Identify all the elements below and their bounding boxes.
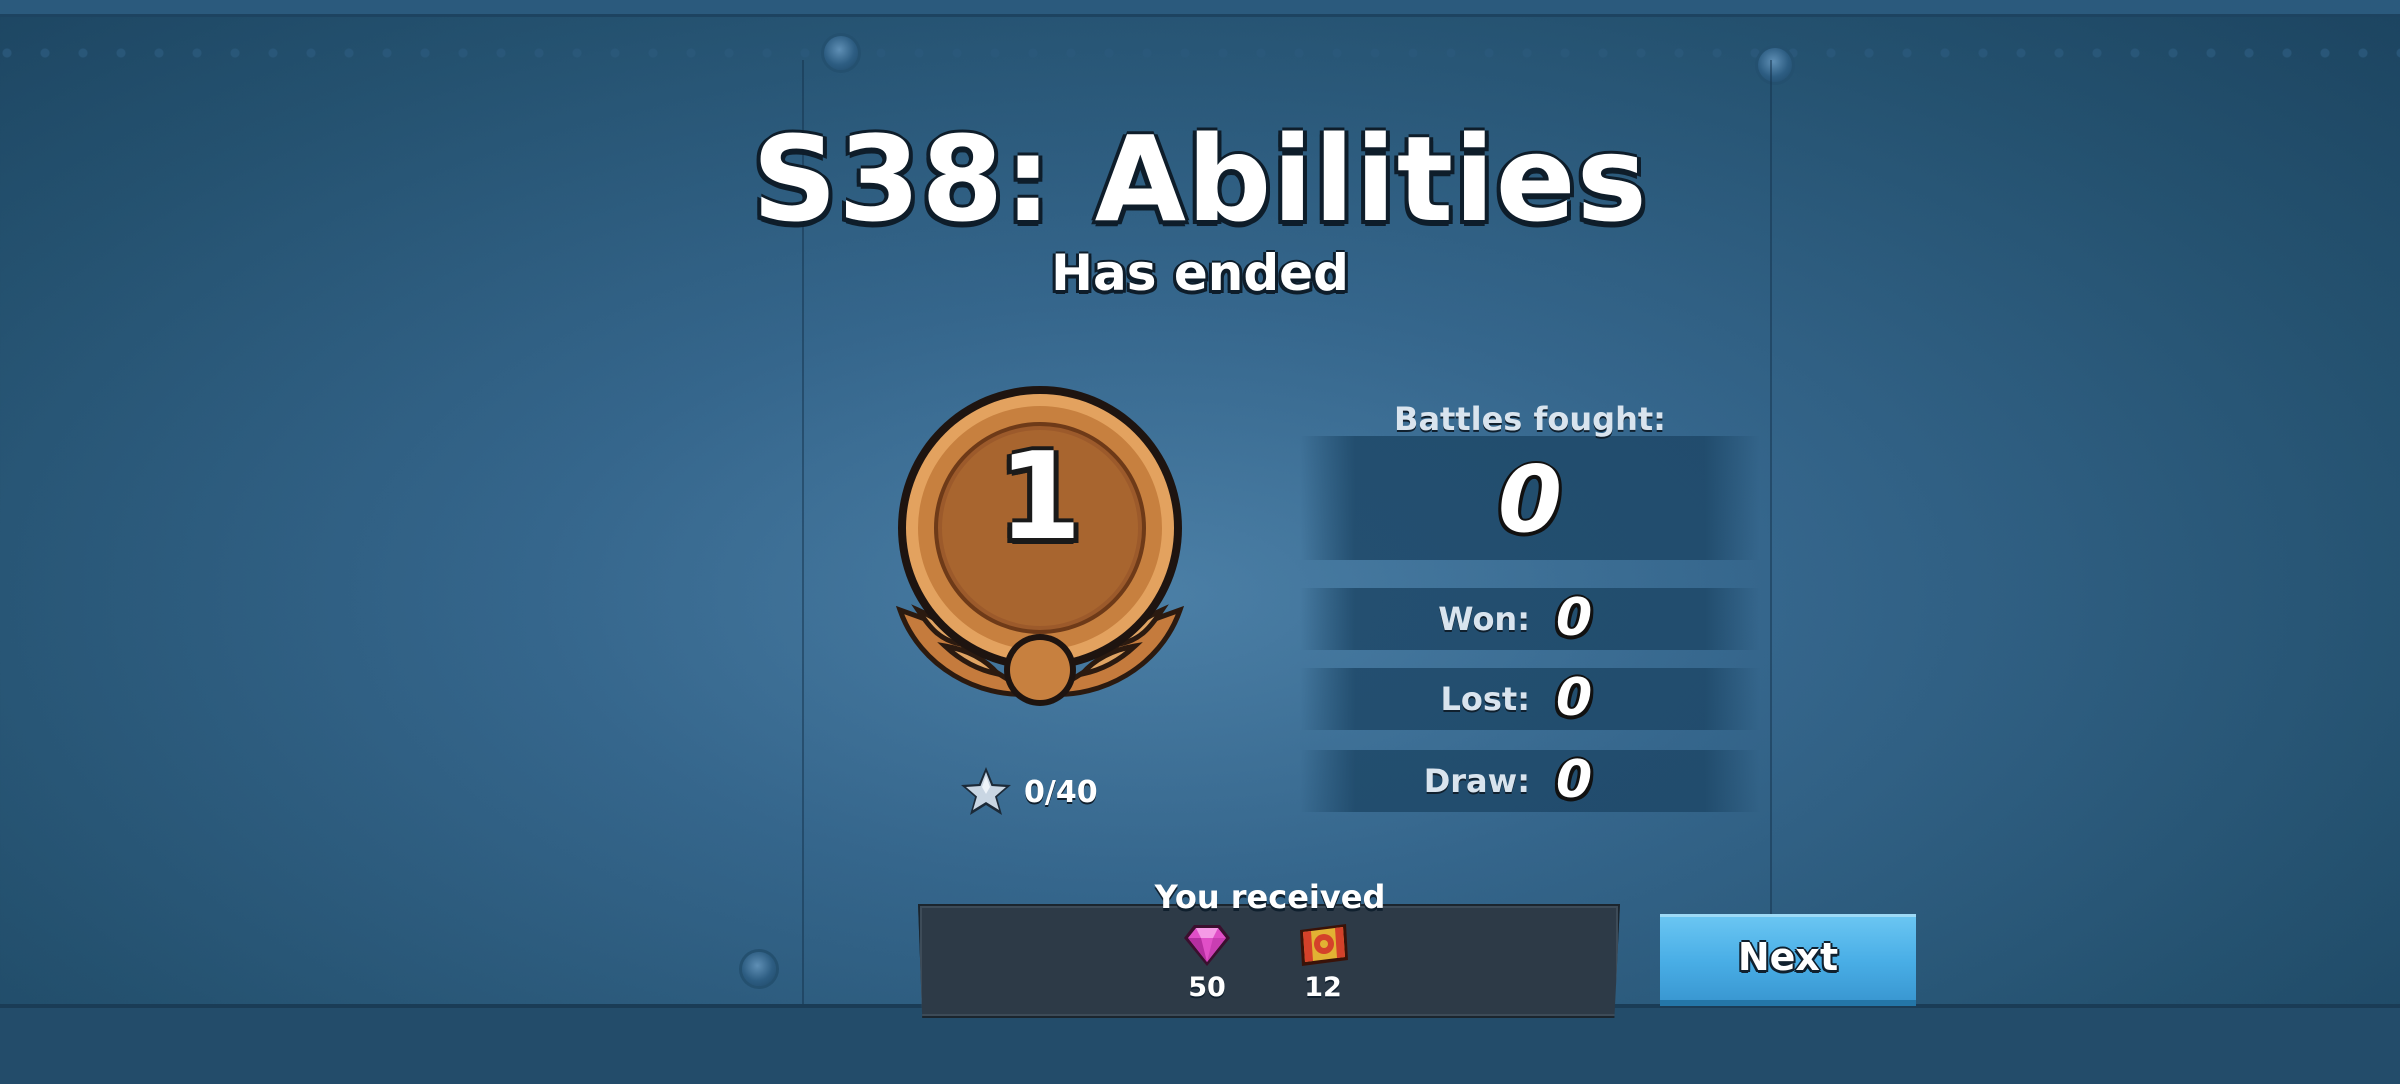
next-button[interactable]: Next: [1660, 914, 1916, 1000]
season-title: S38: Abilities: [752, 110, 1648, 248]
draw-label: Draw:: [1423, 762, 1530, 800]
stars-progress-text: 0/40: [1024, 774, 1098, 810]
reward-tickets-amount: 12: [1304, 972, 1342, 1003]
reward-panel: [918, 904, 1620, 1018]
won-value: 0: [1556, 588, 1593, 648]
draw-value: 0: [1556, 750, 1593, 810]
lost-label: Lost:: [1440, 680, 1530, 718]
rank-medal: 1: [890, 378, 1190, 708]
rivet-strip: [0, 46, 2400, 60]
stars-progress: 0/40: [958, 762, 1098, 822]
top-frame: [0, 0, 2400, 17]
bolt-icon: [742, 952, 776, 986]
star-icon: [961, 767, 1011, 815]
season-subtitle: Has ended: [1051, 244, 1349, 302]
gear-ticket-icon: [1300, 924, 1348, 966]
bolt-icon: [824, 36, 858, 70]
bolt-icon: [1758, 48, 1792, 82]
rank-number: 1: [998, 428, 1082, 567]
gem-icon: [1184, 925, 1230, 966]
reward-gems: 50: [1162, 922, 1252, 1003]
reward-gems-amount: 50: [1188, 972, 1226, 1003]
battles-fought-value: 0: [1497, 446, 1562, 553]
won-label: Won:: [1438, 600, 1530, 638]
you-received-label: You received: [1154, 878, 1386, 916]
battles-fought-label: Battles fought:: [1394, 400, 1666, 438]
lost-value: 0: [1556, 668, 1593, 728]
reward-tickets: 12: [1278, 922, 1368, 1003]
